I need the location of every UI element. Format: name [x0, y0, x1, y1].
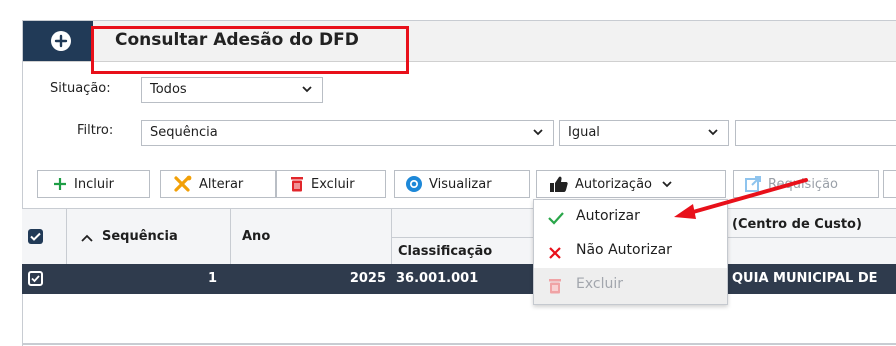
check-icon [30, 232, 41, 241]
check-icon [31, 275, 40, 283]
filtro-label: Filtro: [77, 123, 114, 138]
menu-item-label: Excluir [576, 276, 623, 292]
alterar-label: Alterar [199, 176, 244, 192]
incluir-label: Incluir [74, 176, 115, 192]
filtro-operator-value: Igual [568, 125, 600, 140]
row-checkbox[interactable] [28, 271, 43, 286]
menu-item-nao-autorizar[interactable]: Não Autorizar [534, 234, 727, 268]
situacao-select[interactable]: Todos [141, 77, 323, 103]
select-all-checkbox[interactable] [28, 229, 43, 244]
cell-sequencia: 1 [207, 271, 217, 286]
title-highlight-box [91, 26, 409, 74]
cell-centro-custo: QUIA MUNICIPAL DE [732, 271, 878, 286]
table-row[interactable]: 1 2025 36.001.001 QUIA MUNICIPAL DE [22, 264, 896, 294]
chevron-down-icon [533, 129, 543, 136]
filtro-field-value: Sequência [150, 125, 218, 140]
excluir-label: Excluir [311, 176, 355, 192]
cell-classificacao: 36.001.001 [396, 271, 479, 286]
trash-icon [549, 279, 561, 294]
thumbs-up-icon [550, 176, 568, 192]
column-header-classificacao[interactable]: Classificação [398, 244, 492, 259]
menu-item-excluir[interactable]: Excluir [534, 268, 727, 304]
check-icon [548, 212, 564, 225]
close-icon [549, 247, 561, 259]
column-header-sequencia[interactable]: Sequência [102, 229, 178, 244]
column-header-ano[interactable]: Ano [242, 229, 270, 244]
situacao-value: Todos [150, 82, 187, 97]
autorizacao-label: Autorização [575, 176, 652, 192]
toolbar-overflow-button[interactable] [883, 170, 896, 198]
add-button[interactable] [23, 21, 93, 61]
plus-icon [51, 31, 71, 51]
excluir-button[interactable]: Excluir [276, 170, 386, 198]
chevron-down-icon [302, 86, 312, 93]
menu-item-label: Autorizar [576, 208, 640, 224]
eye-icon [406, 176, 422, 192]
trash-icon [291, 177, 303, 192]
chevron-down-icon [708, 129, 718, 136]
cell-ano: 2025 [349, 271, 386, 286]
situacao-label: Situação: [50, 81, 111, 96]
filtro-operator-select[interactable]: Igual [559, 120, 729, 146]
visualizar-button[interactable]: Visualizar [394, 170, 530, 198]
plus-icon [54, 178, 66, 190]
incluir-button[interactable]: Incluir [37, 170, 150, 198]
annotation-arrow [674, 178, 808, 219]
visualizar-label: Visualizar [429, 176, 492, 192]
menu-item-label: Não Autorizar [576, 242, 672, 258]
tools-icon [174, 175, 192, 192]
filtro-field-select[interactable]: Sequência [141, 120, 554, 146]
alterar-button[interactable]: Alterar [160, 170, 276, 198]
filtro-value-input[interactable] [735, 120, 896, 146]
sort-ascending-icon [81, 234, 93, 242]
